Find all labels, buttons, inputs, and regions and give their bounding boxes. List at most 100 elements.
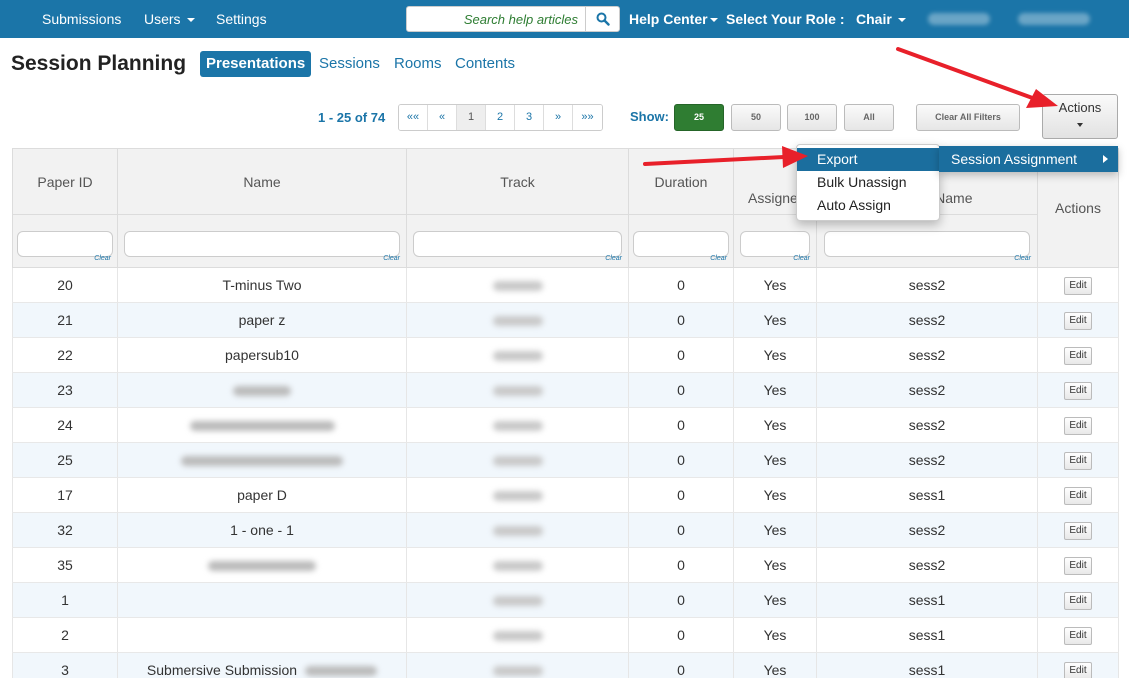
nav-users[interactable]: Users xyxy=(144,11,195,27)
col-paper-id[interactable]: Paper ID xyxy=(12,148,118,215)
chevron-right-icon xyxy=(1103,155,1108,163)
menu-bulk-unassign[interactable]: Bulk Unassign xyxy=(797,171,939,194)
edit-button[interactable]: Edit xyxy=(1064,557,1092,575)
cell-track xyxy=(406,267,629,303)
edit-button[interactable]: Edit xyxy=(1064,417,1092,435)
cell-assigned: Yes xyxy=(733,407,817,443)
role-label: Chair xyxy=(856,11,892,27)
cell-duration: 0 xyxy=(628,337,734,373)
page-next[interactable]: » xyxy=(544,105,573,130)
menu-auto-assign[interactable]: Auto Assign xyxy=(797,194,939,217)
cell-duration: 0 xyxy=(628,302,734,338)
filter-track[interactable] xyxy=(412,231,623,257)
redacted-track xyxy=(492,351,543,362)
name-text: paper z xyxy=(238,312,286,328)
submenu-label: Session Assignment xyxy=(951,151,1078,167)
col-track[interactable]: Track xyxy=(406,148,629,215)
filter-name[interactable] xyxy=(123,231,401,257)
clear-link[interactable]: Clear xyxy=(605,255,622,262)
cell-session-name: sess2 xyxy=(816,337,1038,373)
nav-submissions[interactable]: Submissions xyxy=(42,11,121,27)
edit-button[interactable]: Edit xyxy=(1064,627,1092,645)
show-label: Show: xyxy=(630,109,669,124)
filter-name-cell: Clear xyxy=(117,214,407,268)
page-last[interactable]: »» xyxy=(573,105,602,130)
edit-button[interactable]: Edit xyxy=(1064,522,1092,540)
table-row: 17 paper D 0 Yes sess1 Edit xyxy=(12,477,1119,513)
cell-name xyxy=(117,407,407,443)
page-prev[interactable]: « xyxy=(428,105,457,130)
cell-actions: Edit xyxy=(1037,442,1119,478)
table-row: 22 papersub10 0 Yes sess2 Edit xyxy=(12,337,1119,373)
filter-session-name[interactable] xyxy=(823,231,1031,257)
submenu-session-assignment[interactable]: Session Assignment xyxy=(939,146,1118,172)
search-button[interactable] xyxy=(585,6,620,32)
role-dropdown[interactable]: Chair xyxy=(856,11,906,27)
filter-paper-id[interactable] xyxy=(17,231,113,257)
cell-name: paper D xyxy=(117,477,407,513)
tab-contents[interactable]: Contents xyxy=(455,55,515,72)
name-text: 1 - one - 1 xyxy=(230,522,294,538)
nav-help-center[interactable]: Help Center xyxy=(629,11,718,27)
help-center-label: Help Center xyxy=(629,11,708,27)
clear-link[interactable]: Clear xyxy=(94,255,111,262)
clear-all-filters-button[interactable]: Clear All Filters xyxy=(916,104,1020,131)
show-all-button[interactable]: All xyxy=(844,104,894,131)
edit-button[interactable]: Edit xyxy=(1064,312,1092,330)
page-3[interactable]: 3 xyxy=(515,105,544,130)
filter-duration[interactable] xyxy=(633,231,729,257)
cell-assigned: Yes xyxy=(733,302,817,338)
menu-export[interactable]: Export xyxy=(797,148,939,171)
edit-button[interactable]: Edit xyxy=(1064,347,1092,365)
cell-name: 1 - one - 1 xyxy=(117,512,407,548)
name-text: T-minus Two xyxy=(222,277,302,293)
edit-button[interactable]: Edit xyxy=(1064,662,1092,678)
page-1[interactable]: 1 xyxy=(457,105,486,130)
redacted-track xyxy=(492,631,543,642)
table-row: 25 0 Yes sess2 Edit xyxy=(12,442,1119,478)
col-duration[interactable]: Duration xyxy=(628,148,734,215)
search-input[interactable] xyxy=(406,6,586,32)
page-2[interactable]: 2 xyxy=(486,105,515,130)
cell-name xyxy=(117,617,407,653)
edit-button[interactable]: Edit xyxy=(1064,277,1092,295)
cell-session-name: sess2 xyxy=(816,442,1038,478)
show-50-button[interactable]: 50 xyxy=(731,104,781,131)
table-row: 2 0 Yes sess1 Edit xyxy=(12,617,1119,653)
show-25-button[interactable]: 25 xyxy=(674,104,724,131)
name-text: paper D xyxy=(237,487,287,503)
cell-session-name: sess1 xyxy=(816,617,1038,653)
actions-button[interactable]: Actions xyxy=(1042,94,1118,139)
cell-assigned: Yes xyxy=(733,372,817,408)
redacted-name xyxy=(189,421,335,432)
redacted-name xyxy=(208,561,316,572)
user-name-redacted xyxy=(928,13,990,25)
show-100-button[interactable]: 100 xyxy=(787,104,837,131)
tab-rooms[interactable]: Rooms xyxy=(394,55,442,72)
page-first[interactable]: «« xyxy=(399,105,428,130)
cell-name xyxy=(117,547,407,583)
edit-button[interactable]: Edit xyxy=(1064,592,1092,610)
cell-duration: 0 xyxy=(628,477,734,513)
nav-users-label: Users xyxy=(144,11,181,27)
cell-actions: Edit xyxy=(1037,302,1119,338)
nav-settings[interactable]: Settings xyxy=(216,11,267,27)
clear-link[interactable]: Clear xyxy=(710,255,727,262)
filter-assigned[interactable] xyxy=(740,231,810,257)
clear-link[interactable]: Clear xyxy=(793,255,810,262)
clear-link[interactable]: Clear xyxy=(1014,255,1031,262)
tab-sessions[interactable]: Sessions xyxy=(319,55,380,72)
table-row: 1 0 Yes sess1 Edit xyxy=(12,582,1119,618)
redacted-track xyxy=(492,561,543,572)
edit-button[interactable]: Edit xyxy=(1064,487,1092,505)
edit-button[interactable]: Edit xyxy=(1064,452,1092,470)
clear-link[interactable]: Clear xyxy=(383,255,400,262)
col-name[interactable]: Name xyxy=(117,148,407,215)
edit-button[interactable]: Edit xyxy=(1064,382,1092,400)
tab-presentations[interactable]: Presentations xyxy=(200,51,312,77)
cell-actions: Edit xyxy=(1037,652,1119,678)
cell-actions: Edit xyxy=(1037,267,1119,303)
filter-track-cell: Clear xyxy=(406,214,629,268)
cell-session-name: sess2 xyxy=(816,302,1038,338)
filter-session-cell: Clear xyxy=(816,214,1038,268)
